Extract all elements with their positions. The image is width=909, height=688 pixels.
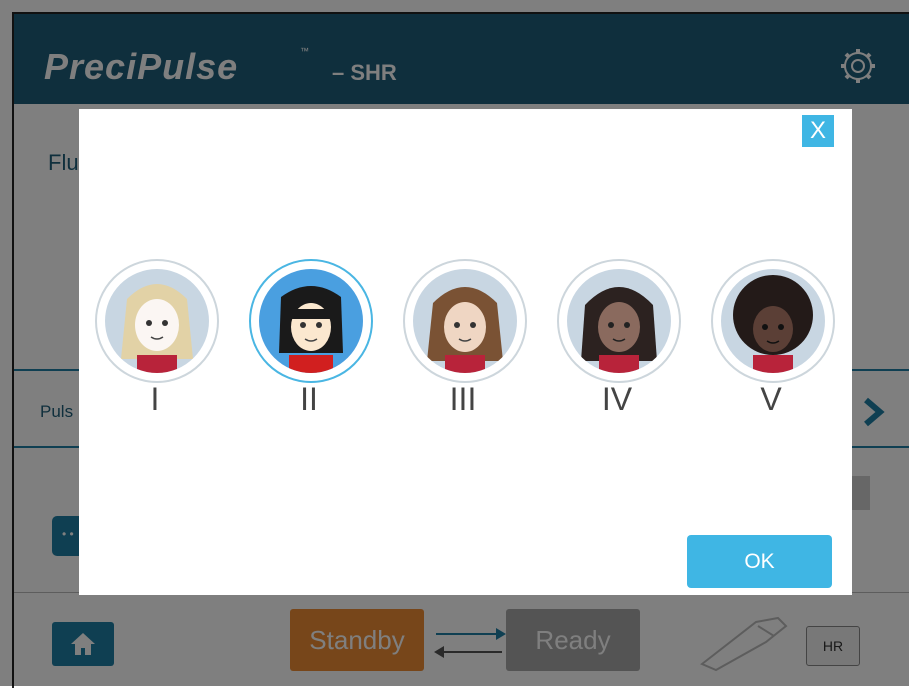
avatar [105, 269, 209, 373]
skin-type-label: IV [601, 381, 633, 417]
skin-type-label: III [449, 381, 477, 417]
skin-type-option-3[interactable] [403, 259, 527, 383]
skin-type-option-2[interactable] [249, 259, 373, 383]
skin-type-option-1[interactable] [95, 259, 219, 383]
skin-type-option-5[interactable] [711, 259, 835, 383]
skin-type-label: II [300, 381, 318, 417]
skin-type-option-4[interactable] [557, 259, 681, 383]
close-button[interactable]: X [802, 115, 834, 147]
avatar [567, 269, 671, 373]
skin-type-dialog: X I II III IV V OK [79, 109, 852, 595]
ok-button[interactable]: OK [687, 535, 832, 588]
skin-type-label: I [150, 381, 160, 417]
avatar [259, 269, 363, 373]
avatar [413, 269, 517, 373]
skin-type-label: V [760, 381, 782, 417]
avatar [721, 269, 825, 373]
